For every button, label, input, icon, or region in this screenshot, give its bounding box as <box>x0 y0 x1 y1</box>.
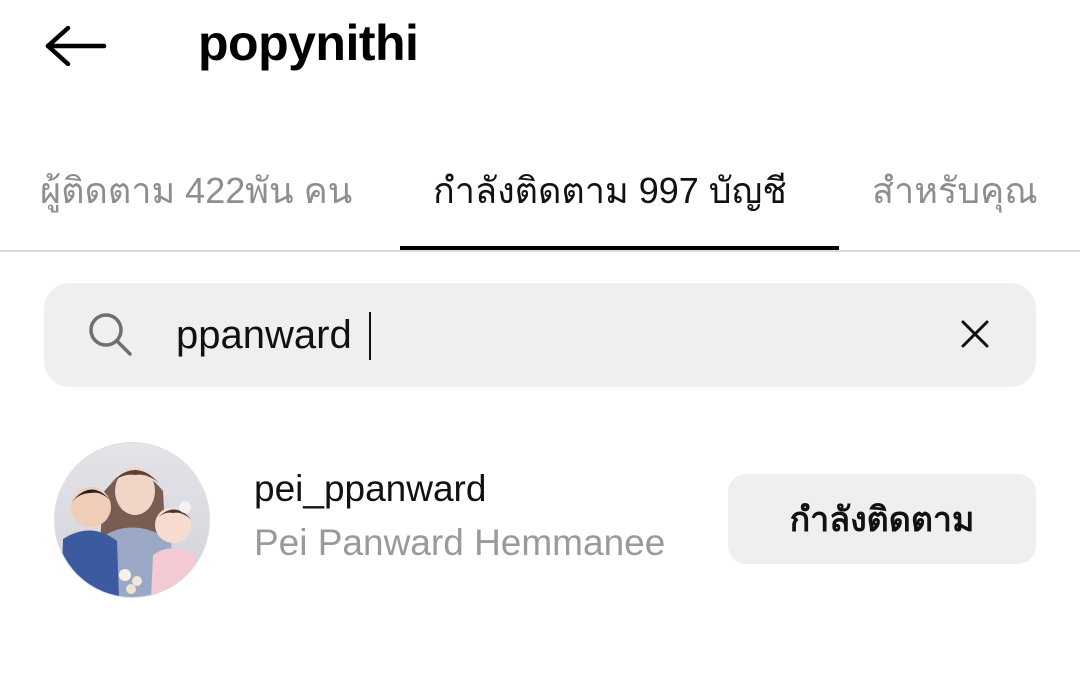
search-input[interactable] <box>176 305 876 365</box>
top-bar: popynithi <box>0 0 1080 95</box>
profile-username: popynithi <box>198 15 419 71</box>
active-tab-indicator <box>400 246 839 250</box>
text-caret <box>369 312 371 360</box>
clear-search-button[interactable] <box>951 310 999 358</box>
search-icon <box>86 310 134 358</box>
result-username[interactable]: pei_ppanward <box>254 468 486 510</box>
close-icon <box>961 320 989 348</box>
tab-bar: ผู้ติดตาม 422พัน คน กำลังติดตาม 997 บัญช… <box>0 150 1080 252</box>
following-button[interactable]: กำลังติดตาม <box>728 474 1036 564</box>
back-button[interactable] <box>36 16 116 76</box>
tab-followers[interactable]: ผู้ติดตาม 422พัน คน <box>40 162 352 219</box>
result-full-name: Pei Panward Hemmanee <box>254 522 666 563</box>
list-item[interactable]: pei_ppanward Pei Panward Hemmanee กำลังต… <box>0 430 1080 610</box>
tab-suggested[interactable]: สำหรับคุณ <box>872 162 1038 219</box>
avatar[interactable] <box>54 442 210 598</box>
tab-following[interactable]: กำลังติดตาม 997 บัญชี <box>433 162 787 219</box>
arrow-left-icon <box>45 26 107 66</box>
